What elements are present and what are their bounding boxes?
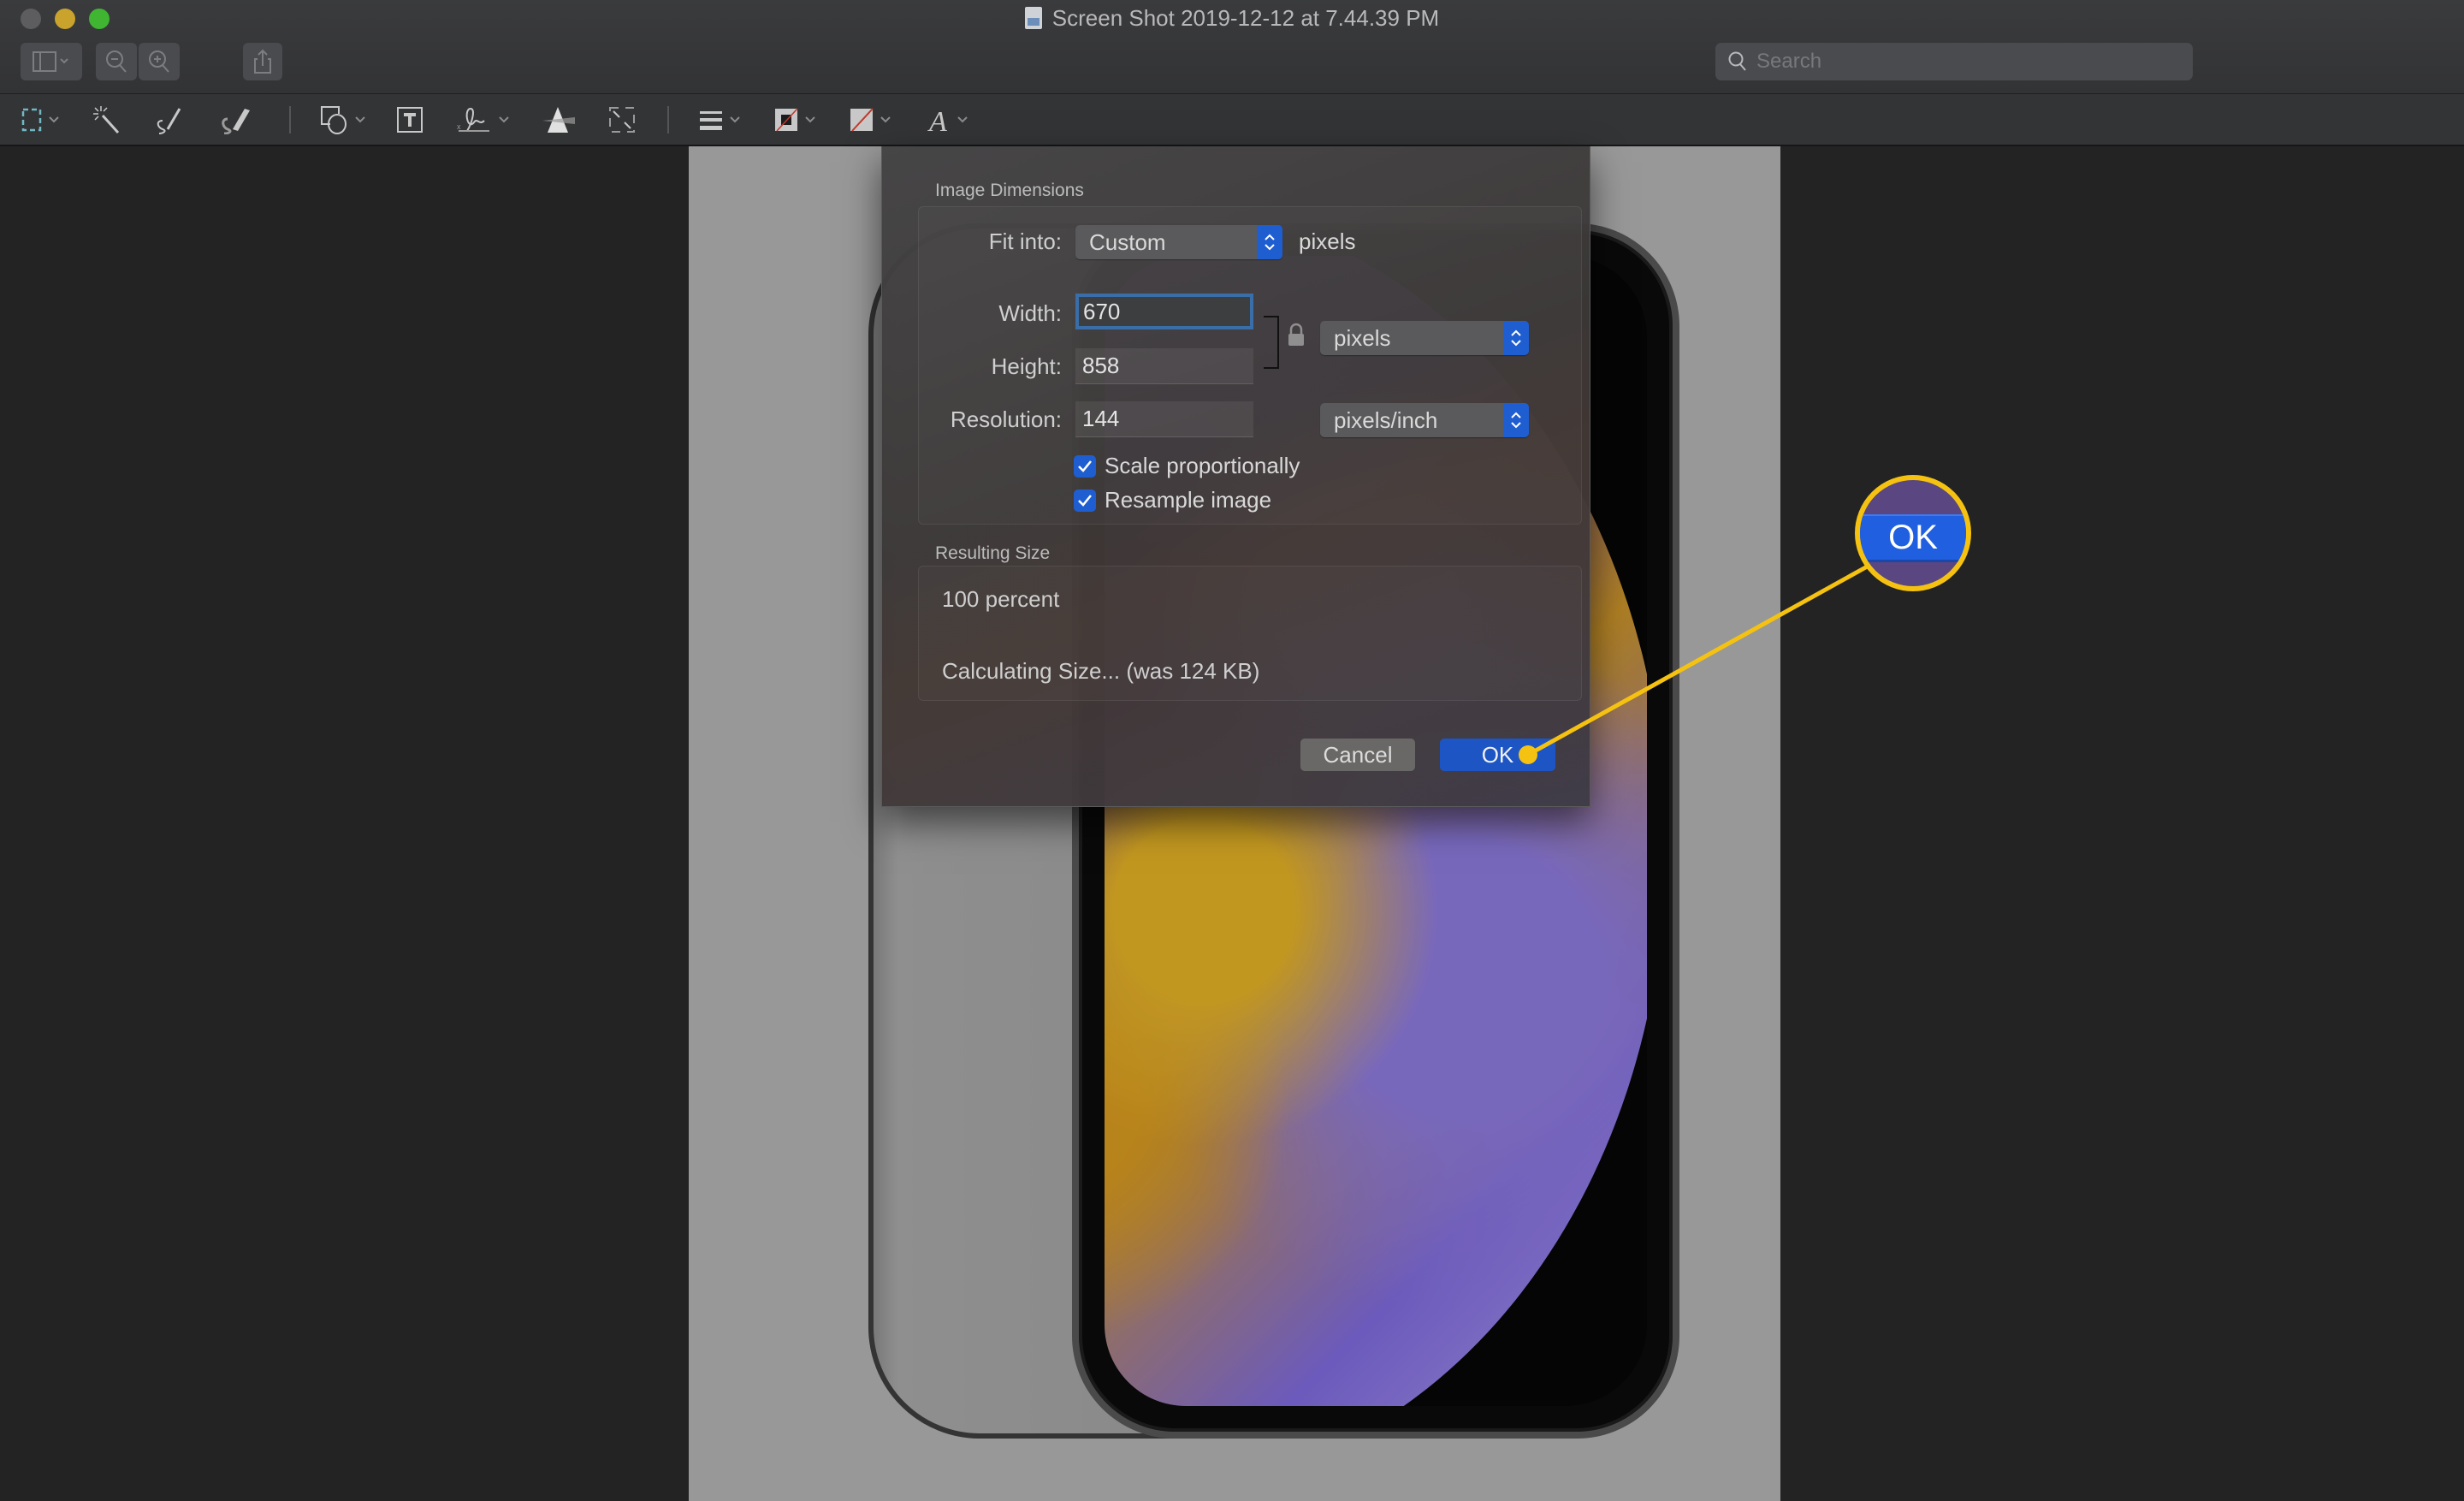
- image-dimensions-label: Image Dimensions: [935, 181, 1084, 200]
- chevron-down-icon: [730, 116, 740, 123]
- ok-button[interactable]: OK: [1440, 739, 1555, 771]
- callout-ok-label: OK: [1860, 514, 1966, 562]
- cancel-button[interactable]: Cancel: [1300, 739, 1415, 771]
- chevron-down-icon: [49, 116, 59, 123]
- border-color-icon: [775, 108, 798, 132]
- chevron-down-icon: [957, 116, 968, 123]
- sketch-pen-icon: [157, 108, 181, 134]
- dashed-rect-icon: [21, 108, 42, 132]
- draw-button[interactable]: [219, 104, 255, 135]
- lock-icon[interactable]: [1288, 323, 1305, 347]
- resample-image-checkbox[interactable]: Resample image: [1074, 487, 1271, 513]
- height-label: Height:: [991, 353, 1062, 379]
- stepper-icon: [1503, 403, 1529, 437]
- text-style-button[interactable]: A: [927, 104, 968, 135]
- draw-brush-icon: [222, 109, 250, 134]
- sketch-button[interactable]: [154, 104, 188, 135]
- fit-into-unit: pixels: [1299, 228, 1356, 254]
- zoom-in-icon: [149, 50, 169, 73]
- fit-into-value: Custom: [1089, 228, 1166, 255]
- stepper-icon: [1503, 321, 1529, 355]
- signature-icon: x: [457, 107, 489, 132]
- size-unit-value: pixels: [1334, 324, 1391, 351]
- checkmark-icon: [1074, 454, 1096, 478]
- search-icon: [1728, 51, 1746, 71]
- selection-tool-button[interactable]: [21, 104, 60, 135]
- svg-text:x: x: [457, 122, 461, 131]
- resolution-unit-select[interactable]: pixels/inch: [1320, 403, 1529, 437]
- resulting-size-status: Calculating Size... (was 124 KB): [942, 658, 1260, 684]
- search-input[interactable]: [1756, 50, 2167, 74]
- lines-icon: [700, 111, 722, 130]
- prism-icon: [542, 107, 575, 133]
- chevron-down-icon: [805, 116, 815, 123]
- scale-proportionally-label: Scale proportionally: [1105, 453, 1300, 478]
- toolbar-divider: [289, 106, 291, 133]
- share-button[interactable]: [243, 43, 282, 80]
- scale-proportionally-checkbox[interactable]: Scale proportionally: [1074, 453, 1300, 479]
- document-icon: [1024, 7, 1042, 29]
- fill-color-button[interactable]: [849, 104, 891, 135]
- resolution-field[interactable]: [1075, 401, 1253, 437]
- text-box-icon: [397, 107, 423, 133]
- resulting-size-label: Resulting Size: [935, 543, 1051, 563]
- toolbar-divider: [667, 106, 669, 133]
- stepper-icon: [1257, 225, 1282, 259]
- svg-text:A: A: [927, 106, 947, 134]
- resolution-label: Resolution:: [950, 406, 1062, 432]
- search-field[interactable]: [1715, 43, 2193, 80]
- share-icon: [254, 49, 271, 74]
- markup-toolbar: x A: [0, 94, 2464, 146]
- resize-icon: [609, 107, 635, 133]
- title-bar: Screen Shot 2019-12-12 at 7.44.39 PM: [0, 0, 2464, 94]
- shape-style-button[interactable]: [698, 104, 741, 135]
- zoom-out-button[interactable]: [96, 43, 137, 80]
- adjust-color-button[interactable]: [541, 104, 577, 135]
- magic-wand-icon: [93, 106, 120, 134]
- resolution-unit-value: pixels/inch: [1334, 406, 1438, 433]
- checkmark-icon: [1074, 489, 1096, 512]
- shapes-icon: [321, 106, 346, 134]
- resample-image-label: Resample image: [1105, 487, 1272, 513]
- adjust-size-dialog: Image Dimensions Fit into: Custom pixels…: [881, 146, 1590, 807]
- resulting-percent: 100 percent: [942, 586, 1060, 612]
- width-field[interactable]: [1075, 294, 1253, 329]
- font-a-icon: A: [927, 106, 947, 134]
- chevron-down-icon: [355, 116, 365, 123]
- ok-callout-magnifier: OK: [1855, 475, 1971, 591]
- fill-color-icon: [850, 108, 874, 132]
- sidebar-icon: [33, 51, 68, 72]
- chevron-down-icon: [499, 116, 509, 123]
- fit-into-label: Fit into:: [988, 228, 1062, 254]
- height-field[interactable]: [1075, 348, 1253, 384]
- window-title: Screen Shot 2019-12-12 at 7.44.39 PM: [0, 5, 2464, 32]
- proportion-bracket: [1264, 316, 1279, 369]
- window-title-text: Screen Shot 2019-12-12 at 7.44.39 PM: [1051, 5, 1440, 31]
- size-unit-select[interactable]: pixels: [1320, 321, 1529, 355]
- zoom-in-button[interactable]: [139, 43, 180, 80]
- sidebar-toggle-button[interactable]: [21, 43, 82, 80]
- instant-alpha-button[interactable]: [92, 104, 121, 135]
- border-color-button[interactable]: [773, 104, 816, 135]
- width-label: Width:: [998, 300, 1062, 326]
- chevron-down-icon: [880, 116, 891, 123]
- adjust-size-button[interactable]: [607, 104, 637, 135]
- shapes-button[interactable]: [320, 104, 366, 135]
- sign-button[interactable]: x: [455, 104, 510, 135]
- zoom-out-icon: [106, 50, 127, 73]
- fit-into-select[interactable]: Custom: [1075, 225, 1282, 259]
- text-button[interactable]: [395, 104, 424, 135]
